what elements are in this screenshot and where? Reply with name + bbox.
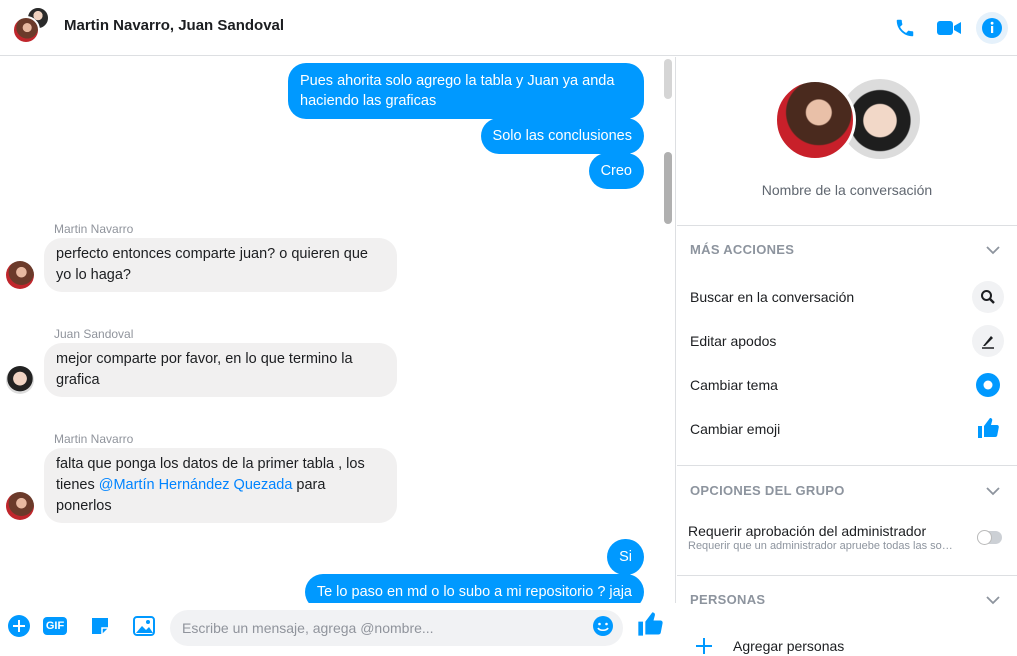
section-header-more-actions[interactable]: MÁS ACCIONES (690, 242, 794, 257)
add-icon[interactable] (694, 636, 714, 656)
message-thread[interactable]: Pues ahorita solo agrego la tabla y Juan… (0, 57, 676, 603)
action-change-theme[interactable]: Cambiar tema (690, 377, 778, 393)
toggle-knob (977, 530, 992, 545)
conversation-header: Martin Navarro, Juan Sandoval (0, 0, 1017, 56)
action-search-conversation[interactable]: Buscar en la conversación (690, 289, 854, 305)
avatar-martin[interactable] (6, 492, 34, 520)
action-change-emoji[interactable]: Cambiar emoji (690, 421, 780, 437)
chevron-down-icon[interactable] (985, 592, 1001, 608)
section-header-people[interactable]: PERSONAS (690, 592, 765, 607)
scrollbar-track-top (664, 59, 672, 99)
search-icon[interactable] (972, 281, 1004, 313)
group-avatar[interactable] (12, 6, 52, 46)
message-line: Pues ahorita solo agrego la tabla y Juan… (300, 73, 615, 89)
like-icon[interactable] (635, 609, 665, 639)
message-line: ponerlos (56, 498, 112, 514)
avatar-martin[interactable] (6, 261, 34, 289)
gif-label: GIF (42, 617, 68, 635)
message-composer: GIF Escribe un mensaje, agrega @nombre..… (0, 603, 676, 647)
message-bubble-outgoing[interactable]: Solo las conclusiones (480, 118, 644, 154)
plus-icon[interactable] (4, 611, 34, 641)
sender-name: Martin Navarro (54, 222, 134, 236)
message-bubble-incoming[interactable]: mejor comparte por favor, en lo que term… (44, 343, 397, 397)
require-approval-label: Requerir aprobación del administrador (688, 523, 927, 539)
emoji-icon[interactable] (588, 611, 618, 641)
theme-icon[interactable] (972, 369, 1004, 401)
phone-icon[interactable] (889, 12, 921, 44)
info-icon[interactable] (976, 12, 1008, 44)
message-text: tienes (56, 477, 99, 493)
conversation-info-panel: Nombre de la conversación MÁS ACCIONES B… (677, 57, 1017, 654)
message-line: grafica (56, 372, 100, 388)
avatar-juan[interactable] (6, 366, 34, 394)
message-bubble-outgoing[interactable]: Si (607, 539, 644, 575)
message-bubble-incoming[interactable]: falta que ponga los datos de la primer t… (44, 448, 397, 523)
message-line: falta que ponga los datos de la primer t… (56, 456, 365, 472)
gif-icon[interactable]: GIF (40, 611, 70, 641)
like-icon[interactable] (972, 412, 1004, 444)
message-bubble-incoming[interactable]: perfecto entonces comparte juan? o quier… (44, 238, 397, 292)
message-text: para (292, 477, 326, 493)
conversation-title[interactable]: Martin Navarro, Juan Sandoval (64, 17, 284, 34)
image-icon[interactable] (129, 611, 159, 641)
section-header-group-options[interactable]: OPCIONES DEL GRUPO (690, 483, 845, 498)
message-line: mejor comparte por favor, en lo que term… (56, 351, 353, 367)
mention-link[interactable]: @Martín Hernández Quezada (99, 477, 293, 493)
scrollbar-thumb[interactable] (664, 152, 672, 224)
sender-name: Juan Sandoval (54, 327, 134, 341)
scrollbar[interactable] (663, 57, 673, 603)
divider (677, 465, 1017, 466)
message-line: tienes @Martín Hernández Quezada para (56, 475, 385, 496)
message-line: perfecto entonces comparte juan? o quier… (56, 246, 368, 262)
message-bubble-outgoing[interactable]: Te lo paso en md o lo subo a mi reposito… (304, 574, 644, 603)
require-approval-toggle[interactable] (977, 530, 1002, 545)
chevron-down-icon[interactable] (985, 242, 1001, 258)
video-icon[interactable] (933, 12, 965, 44)
message-bubble-outgoing[interactable]: Pues ahorita solo agrego la tabla y Juan… (288, 63, 644, 119)
avatar-martin (12, 16, 40, 44)
message-line: yo lo haga? (56, 267, 131, 283)
divider (677, 575, 1017, 576)
chevron-down-icon[interactable] (985, 483, 1001, 499)
avatar-martin (774, 79, 856, 161)
sender-name: Martin Navarro (54, 432, 134, 446)
sticker-icon[interactable] (85, 611, 115, 641)
message-input[interactable]: Escribe un mensaje, agrega @nombre... (170, 610, 623, 646)
divider (677, 225, 1017, 226)
add-people-button[interactable]: Agregar personas (733, 638, 844, 654)
message-bubble-outgoing[interactable]: Creo (588, 153, 644, 189)
pencil-icon[interactable] (972, 325, 1004, 357)
conversation-name[interactable]: Nombre de la conversación (677, 182, 1017, 198)
action-edit-nicknames[interactable]: Editar apodos (690, 333, 776, 349)
require-approval-description: Requerir que un administrador apruebe to… (688, 540, 954, 552)
message-line: haciendo las graficas (300, 93, 437, 109)
